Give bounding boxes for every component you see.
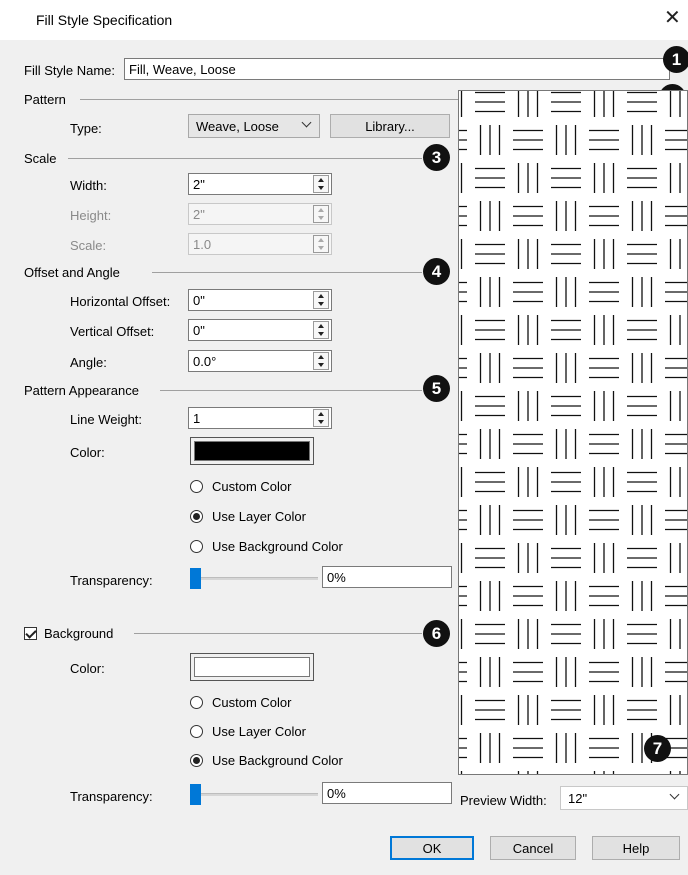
line-weight-spinner[interactable] bbox=[313, 409, 329, 427]
callout-4: 4 bbox=[423, 258, 450, 285]
pattern-custom-color-radio[interactable] bbox=[190, 480, 203, 493]
scale-input: 1.0 bbox=[188, 233, 332, 255]
angle-value: 0.0° bbox=[193, 354, 217, 369]
height-label: Height: bbox=[70, 208, 112, 223]
background-transparency-label: Transparency: bbox=[70, 789, 153, 804]
preview-width-select[interactable]: 12" bbox=[560, 786, 688, 810]
line-weight-input[interactable]: 1 bbox=[188, 407, 332, 429]
vertical-offset-label: Vertical Offset: bbox=[70, 324, 155, 339]
line-weight-label: Line Weight: bbox=[70, 412, 143, 427]
callout-7: 7 bbox=[644, 735, 671, 762]
pattern-background-color-label: Use Background Color bbox=[212, 539, 343, 554]
height-spinner bbox=[313, 205, 329, 223]
background-transparency-input[interactable]: 0% bbox=[322, 782, 452, 804]
pattern-background-color-radio[interactable] bbox=[190, 540, 203, 553]
width-label: Width: bbox=[70, 178, 107, 193]
background-layer-color-label: Use Layer Color bbox=[212, 724, 306, 739]
offset-section-label: Offset and Angle bbox=[24, 265, 120, 280]
pattern-color-swatch[interactable] bbox=[190, 437, 314, 465]
pattern-custom-color-label: Custom Color bbox=[212, 479, 292, 494]
background-color-swatch[interactable] bbox=[190, 653, 314, 681]
background-background-color-label: Use Background Color bbox=[212, 753, 343, 768]
angle-label: Angle: bbox=[70, 355, 107, 370]
horizontal-offset-spinner[interactable] bbox=[313, 291, 329, 309]
pattern-transparency-label: Transparency: bbox=[70, 573, 153, 588]
pattern-color-label: Color: bbox=[70, 445, 105, 460]
help-button[interactable]: Help bbox=[592, 836, 680, 860]
width-value: 2" bbox=[193, 177, 205, 192]
pattern-type-select[interactable]: Weave, Loose bbox=[188, 114, 320, 138]
background-custom-color-label: Custom Color bbox=[212, 695, 292, 710]
background-custom-color-radio[interactable] bbox=[190, 696, 203, 709]
background-transparency-slider-thumb[interactable] bbox=[190, 784, 201, 805]
chevron-down-icon bbox=[669, 789, 680, 800]
library-button[interactable]: Library... bbox=[330, 114, 450, 138]
pattern-transparency-input[interactable]: 0% bbox=[322, 566, 452, 588]
preview-width-value: 12" bbox=[568, 791, 588, 806]
background-checkbox[interactable] bbox=[24, 627, 37, 640]
background-background-color-radio[interactable] bbox=[190, 754, 203, 767]
pattern-transparency-slider-thumb[interactable] bbox=[190, 568, 201, 589]
pattern-transparency-track[interactable] bbox=[190, 577, 318, 580]
scale-divider bbox=[68, 158, 422, 159]
vertical-offset-value: 0" bbox=[193, 323, 205, 338]
pattern-preview bbox=[458, 90, 688, 775]
scale-spinner bbox=[313, 235, 329, 253]
callout-1: 1 bbox=[663, 46, 688, 73]
callout-5: 5 bbox=[423, 375, 450, 402]
callout-3: 3 bbox=[423, 144, 450, 171]
angle-input[interactable]: 0.0° bbox=[188, 350, 332, 372]
close-icon[interactable]: ✕ bbox=[664, 8, 681, 28]
background-divider bbox=[134, 633, 422, 634]
ok-button[interactable]: OK bbox=[390, 836, 474, 860]
height-value: 2" bbox=[193, 207, 205, 222]
pattern-color-fill bbox=[194, 441, 310, 461]
callout-6: 6 bbox=[423, 620, 450, 647]
background-transparency-track[interactable] bbox=[190, 793, 318, 796]
fill-style-name-label: Fill Style Name: bbox=[24, 63, 116, 78]
background-color-fill bbox=[194, 657, 310, 677]
pattern-type-value: Weave, Loose bbox=[196, 119, 279, 134]
scale-section-label: Scale bbox=[24, 151, 57, 166]
horizontal-offset-input[interactable]: 0" bbox=[188, 289, 332, 311]
width-input[interactable]: 2" bbox=[188, 173, 332, 195]
cancel-button[interactable]: Cancel bbox=[490, 836, 576, 860]
fill-style-dialog: Fill Style Specification ✕ Fill Style Na… bbox=[0, 0, 688, 875]
height-input: 2" bbox=[188, 203, 332, 225]
background-layer-color-radio[interactable] bbox=[190, 725, 203, 738]
pattern-section-label: Pattern bbox=[24, 92, 66, 107]
angle-spinner[interactable] bbox=[313, 352, 329, 370]
background-color-label: Color: bbox=[70, 661, 105, 676]
vertical-offset-spinner[interactable] bbox=[313, 321, 329, 339]
preview-width-label: Preview Width: bbox=[460, 793, 547, 808]
horizontal-offset-label: Horizontal Offset: bbox=[70, 294, 171, 309]
appearance-divider bbox=[160, 390, 422, 391]
pattern-type-label: Type: bbox=[70, 121, 102, 136]
weave-pattern-preview bbox=[459, 91, 687, 774]
line-weight-value: 1 bbox=[193, 411, 201, 426]
width-spinner[interactable] bbox=[313, 175, 329, 193]
dialog-title: Fill Style Specification bbox=[36, 12, 173, 28]
scale-value: 1.0 bbox=[193, 237, 212, 252]
fill-style-name-input[interactable]: Fill, Weave, Loose bbox=[124, 58, 670, 80]
offset-divider bbox=[152, 272, 422, 273]
vertical-offset-input[interactable]: 0" bbox=[188, 319, 332, 341]
pattern-layer-color-radio[interactable] bbox=[190, 510, 203, 523]
scale-label: Scale: bbox=[70, 238, 107, 253]
pattern-layer-color-label: Use Layer Color bbox=[212, 509, 306, 524]
chevron-down-icon bbox=[301, 117, 312, 128]
title-bar: Fill Style Specification ✕ bbox=[0, 0, 688, 40]
background-checkbox-label: Background bbox=[44, 626, 114, 641]
horizontal-offset-value: 0" bbox=[193, 293, 205, 308]
appearance-section-label: Pattern Appearance bbox=[24, 383, 139, 398]
